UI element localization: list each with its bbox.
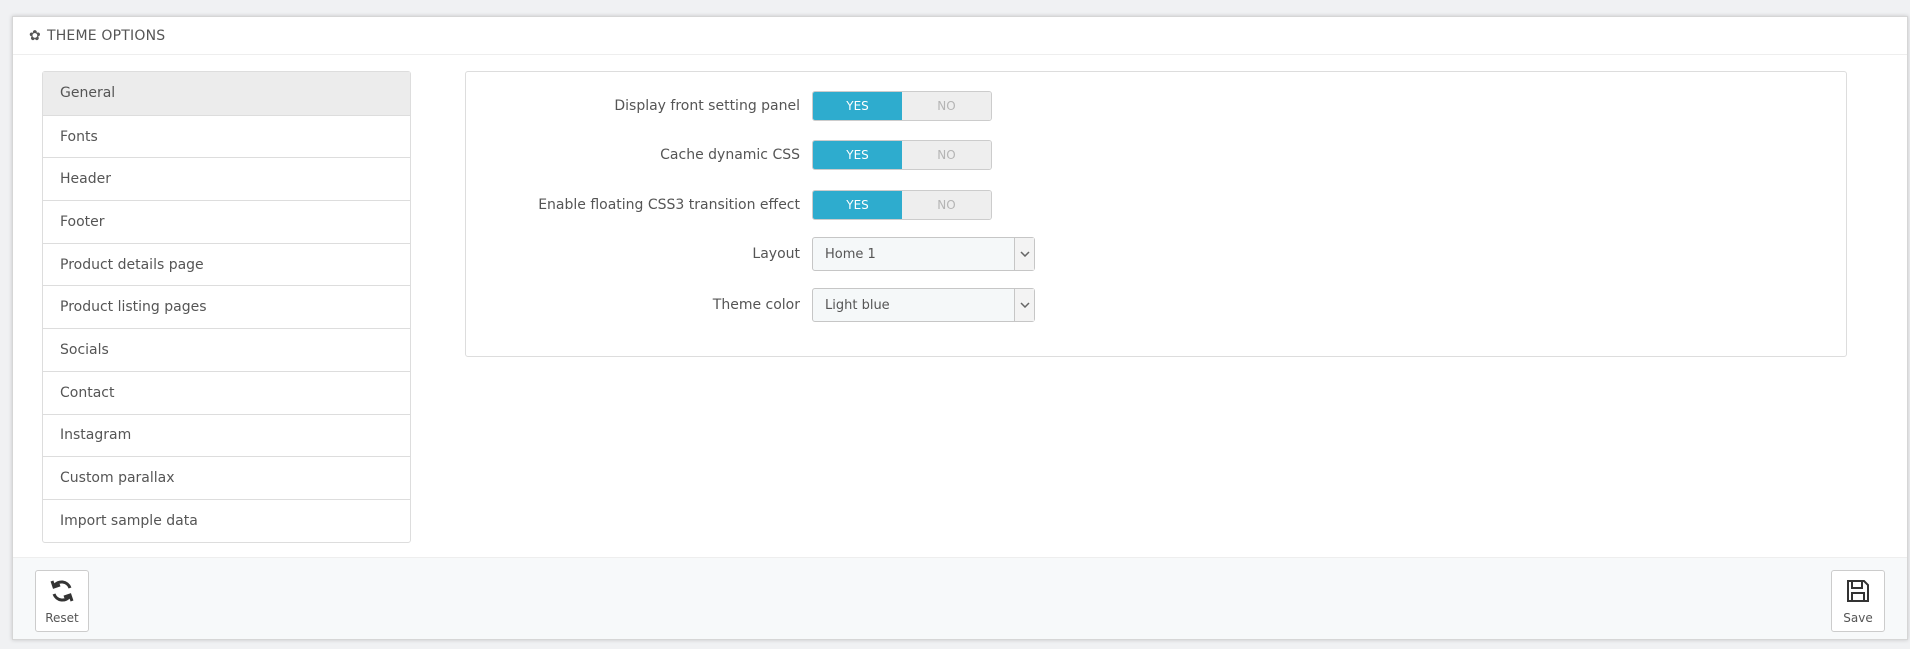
yes-option[interactable]: YES bbox=[813, 191, 902, 219]
gear-icon: ✿ bbox=[29, 27, 41, 44]
sidebar-item-socials[interactable]: Socials bbox=[43, 328, 410, 371]
no-option[interactable]: NO bbox=[902, 191, 991, 219]
sidebar-item-label: Import sample data bbox=[60, 512, 198, 529]
row-enable-floating-css3: Enable floating CSS3 transition effect Y… bbox=[466, 190, 1846, 220]
sidebar-item-instagram[interactable]: Instagram bbox=[43, 413, 410, 457]
theme-color-select[interactable]: Light blue bbox=[812, 288, 1035, 322]
refresh-icon bbox=[49, 578, 75, 611]
no-option[interactable]: NO bbox=[902, 92, 991, 120]
field-label: Enable floating CSS3 transition effect bbox=[538, 197, 800, 213]
save-label: Save bbox=[1843, 610, 1873, 625]
sidebar-item-label: Socials bbox=[60, 341, 109, 358]
reset-label: Reset bbox=[45, 610, 79, 625]
sidebar-item-product-listing-pages[interactable]: Product listing pages bbox=[43, 285, 410, 328]
panel-footer: Reset Save bbox=[13, 557, 1907, 639]
sidebar-item-contact[interactable]: Contact bbox=[43, 370, 410, 414]
no-option[interactable]: NO bbox=[902, 141, 991, 169]
sidebar-item-label: Footer bbox=[60, 213, 105, 230]
layout-select-value: Home 1 bbox=[825, 246, 876, 262]
sidebar-item-fonts[interactable]: Fonts bbox=[43, 114, 410, 158]
chevron-down-icon bbox=[1014, 289, 1034, 321]
chevron-down-icon bbox=[1014, 238, 1034, 270]
save-button[interactable]: Save bbox=[1831, 570, 1885, 632]
row-cache-dynamic-css: Cache dynamic CSS YES NO bbox=[466, 140, 1846, 170]
theme-options-panel: ✿ THEME OPTIONS General Fonts Header Foo… bbox=[12, 16, 1908, 640]
sidebar-item-label: Header bbox=[60, 171, 111, 188]
sidebar-item-label: Custom parallax bbox=[60, 470, 175, 487]
field-label: Layout bbox=[752, 246, 800, 262]
yes-option[interactable]: YES bbox=[813, 141, 902, 169]
row-display-front-setting-panel: Display front setting panel YES NO bbox=[466, 91, 1846, 121]
sidebar-item-header[interactable]: Header bbox=[43, 157, 410, 200]
field-label: Cache dynamic CSS bbox=[660, 147, 800, 163]
reset-button[interactable]: Reset bbox=[35, 570, 89, 632]
sidebar-item-label: Product details page bbox=[60, 256, 204, 273]
field-label: Theme color bbox=[712, 297, 800, 313]
sidebar-item-import-sample-data[interactable]: Import sample data bbox=[43, 498, 410, 542]
sidebar-item-custom-parallax[interactable]: Custom parallax bbox=[43, 456, 410, 499]
sidebar: General Fonts Header Footer Product deta… bbox=[42, 71, 411, 543]
sidebar-item-label: Contact bbox=[60, 384, 115, 401]
settings-form: Display front setting panel YES NO Cache… bbox=[465, 71, 1847, 357]
sidebar-item-label: General bbox=[60, 85, 116, 102]
sidebar-item-label: Fonts bbox=[60, 128, 98, 145]
layout-select[interactable]: Home 1 bbox=[812, 237, 1035, 271]
sidebar-item-label: Instagram bbox=[60, 427, 132, 444]
sidebar-item-footer[interactable]: Footer bbox=[43, 200, 410, 243]
panel-title: THEME OPTIONS bbox=[46, 27, 166, 44]
sidebar-item-general[interactable]: General bbox=[43, 72, 410, 115]
panel-heading: ✿ THEME OPTIONS bbox=[13, 17, 1907, 55]
sidebar-item-label: Product listing pages bbox=[60, 299, 207, 316]
field-label: Display front setting panel bbox=[614, 98, 800, 114]
theme-color-select-value: Light blue bbox=[825, 297, 890, 313]
sidebar-item-product-details-page[interactable]: Product details page bbox=[43, 242, 410, 286]
row-layout: Layout Home 1 bbox=[466, 237, 1846, 271]
enable-floating-css3-switch: YES NO bbox=[812, 190, 992, 220]
row-theme-color: Theme color Light blue bbox=[466, 288, 1846, 322]
floppy-disk-icon bbox=[1845, 578, 1871, 611]
cache-dynamic-css-switch: YES NO bbox=[812, 140, 992, 170]
display-front-setting-panel-switch: YES NO bbox=[812, 91, 992, 121]
yes-option[interactable]: YES bbox=[813, 92, 902, 120]
